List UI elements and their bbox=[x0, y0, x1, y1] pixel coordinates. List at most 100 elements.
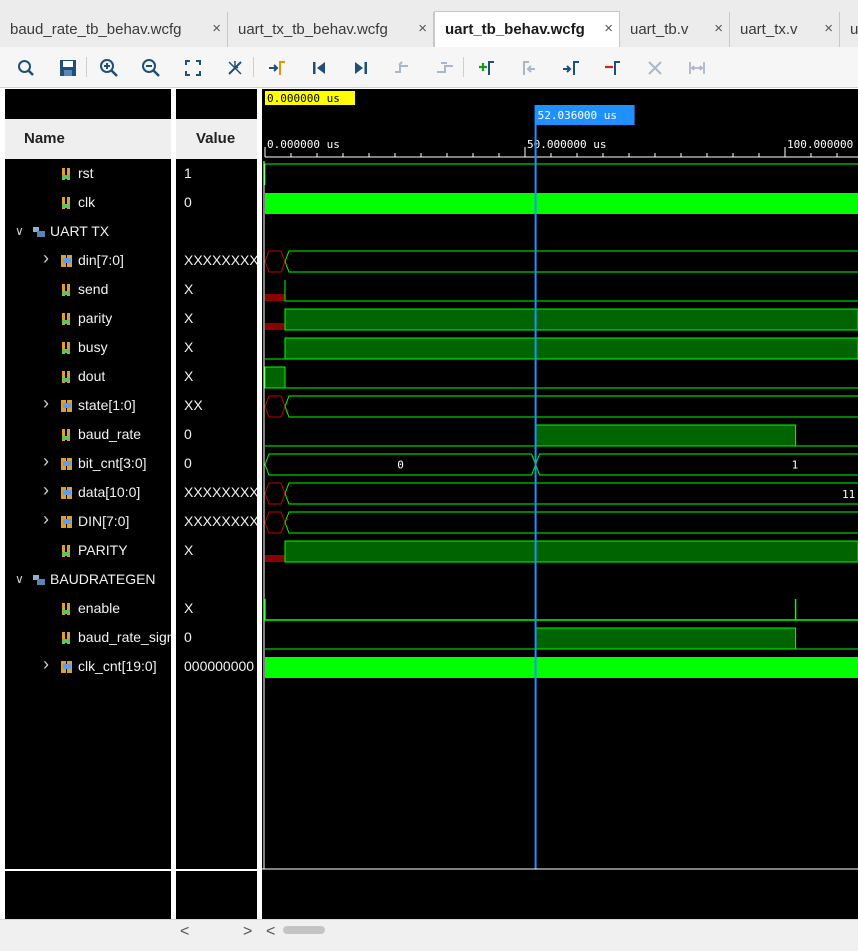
signal-row[interactable]: ∨ UART TX bbox=[5, 217, 257, 246]
chevron-right-icon[interactable]: › bbox=[43, 654, 49, 675]
delete-all-markers-icon[interactable] bbox=[642, 55, 668, 81]
delete-marker-icon[interactable] bbox=[600, 55, 626, 81]
signal-bus-icon bbox=[61, 486, 73, 499]
signal-value: 0 bbox=[184, 194, 192, 210]
chevron-right-icon[interactable]: › bbox=[43, 509, 49, 530]
go-to-time-zero-icon[interactable] bbox=[306, 55, 332, 81]
signal-name: parity bbox=[78, 310, 113, 326]
signal-row[interactable]: baud_rate_signal 0 bbox=[5, 623, 257, 652]
previous-transition-icon[interactable] bbox=[390, 55, 416, 81]
signal-row[interactable]: ∨ BAUDRATEGEN bbox=[5, 565, 257, 594]
signal-row[interactable]: rst 1 bbox=[5, 159, 257, 188]
chevron-right-icon[interactable]: › bbox=[43, 393, 49, 414]
wave-baud-rate-pulse bbox=[535, 424, 797, 447]
go-to-last-time-icon[interactable] bbox=[348, 55, 374, 81]
signal-row[interactable]: send X bbox=[5, 275, 257, 304]
close-icon[interactable]: × bbox=[212, 20, 221, 37]
name-column-header[interactable]: Name bbox=[5, 119, 171, 159]
signal-row[interactable]: › data[10:0] XXXXXXXX bbox=[5, 478, 257, 507]
next-marker-icon[interactable] bbox=[558, 55, 584, 81]
zoom-out-icon[interactable] bbox=[138, 55, 164, 81]
save-icon[interactable] bbox=[55, 55, 81, 81]
tab-uart-tb-behav[interactable]: uart_tb_behav.wcfg × bbox=[434, 11, 620, 48]
signal-row[interactable]: › bit_cnt[3:0] 0 bbox=[5, 449, 257, 478]
signal-bit-icon bbox=[61, 544, 73, 557]
zoom-in-icon[interactable] bbox=[96, 55, 122, 81]
close-icon[interactable]: × bbox=[714, 20, 723, 37]
waveform-canvas[interactable]: 0.000000 us 0.000000 us 50.000000 us 100.00… bbox=[262, 89, 858, 919]
previous-marker-icon[interactable] bbox=[516, 55, 542, 81]
scope-group-icon bbox=[33, 225, 45, 237]
signal-bus-icon bbox=[61, 399, 73, 412]
tab-uart-tx-tb-behav[interactable]: uart_tx_tb_behav.wcfg × bbox=[228, 12, 434, 47]
signal-row[interactable]: › din[7:0] XXXXXXXX bbox=[5, 246, 257, 275]
chevron-down-icon[interactable]: ∨ bbox=[15, 224, 24, 238]
signal-value: X bbox=[184, 600, 194, 616]
tab-label: baud_rate_tb_behav.wcfg bbox=[10, 21, 182, 38]
horizontal-scrollbar[interactable]: < > < bbox=[0, 919, 858, 951]
tab-baud-rate-tb-behav[interactable]: baud_rate_tb_behav.wcfg × bbox=[0, 12, 228, 47]
signal-row[interactable]: clk 0 bbox=[5, 188, 257, 217]
go-to-cursor-icon[interactable] bbox=[264, 55, 290, 81]
signal-row[interactable]: PARITY X bbox=[5, 536, 257, 565]
close-icon[interactable]: × bbox=[418, 20, 427, 37]
wave-din-unknown bbox=[264, 250, 286, 273]
tab-uart-tb-v[interactable]: uart_tb.v × bbox=[620, 12, 730, 47]
search-icon[interactable] bbox=[13, 55, 39, 81]
signal-name: rst bbox=[78, 165, 94, 181]
ruler-label: 100.000000 us bbox=[787, 138, 858, 151]
signal-value: XX bbox=[184, 397, 203, 413]
wave-enable bbox=[264, 599, 858, 621]
signal-bit-icon bbox=[61, 341, 73, 354]
scope-header-blank bbox=[5, 89, 257, 119]
chevron-right-icon[interactable]: › bbox=[43, 451, 49, 472]
signal-value: X bbox=[184, 310, 194, 326]
wave-busy bbox=[284, 337, 858, 360]
close-icon[interactable]: × bbox=[824, 20, 833, 37]
signal-row[interactable]: dout X bbox=[5, 362, 257, 391]
toolbar-separator bbox=[463, 57, 464, 77]
signal-bit-icon bbox=[61, 167, 73, 180]
swap-cursors-icon[interactable] bbox=[684, 55, 710, 81]
chevron-down-icon[interactable]: ∨ bbox=[15, 572, 24, 586]
value-column-header[interactable]: Value bbox=[176, 119, 257, 159]
close-icon[interactable]: × bbox=[604, 20, 613, 37]
signal-row[interactable]: › DIN[7:0] XXXXXXXX bbox=[5, 507, 257, 536]
wave-DIN-unknown bbox=[264, 511, 286, 534]
signal-name: din[7:0] bbox=[78, 252, 124, 268]
signal-row[interactable]: busy X bbox=[5, 333, 257, 362]
scroll-left-arrow[interactable]: < bbox=[180, 923, 189, 941]
signal-bit-icon bbox=[61, 631, 73, 644]
signal-bit-icon bbox=[61, 602, 73, 615]
panel-bottom-divider bbox=[5, 869, 257, 871]
signal-row[interactable]: baud_rate 0 bbox=[5, 420, 257, 449]
signal-value: 0 bbox=[184, 629, 192, 645]
signal-name: clk_cnt[19:0] bbox=[78, 658, 157, 674]
wave-bit-cnt-segment bbox=[535, 453, 858, 476]
scope-group-icon bbox=[33, 573, 45, 585]
signal-row[interactable]: › state[1:0] XX bbox=[5, 391, 257, 420]
snap-to-transition-icon[interactable] bbox=[222, 55, 248, 81]
add-marker-icon[interactable] bbox=[474, 55, 500, 81]
signal-row[interactable]: enable X bbox=[5, 594, 257, 623]
signal-value: 000000000 bbox=[184, 658, 255, 674]
signal-row[interactable]: parity X bbox=[5, 304, 257, 333]
tab-uart-tx-v[interactable]: uart_tx.v × bbox=[730, 12, 840, 47]
scroll-right-arrow[interactable]: > bbox=[243, 923, 252, 941]
tab-label: uart_tx.v bbox=[740, 21, 798, 38]
scroll-left-arrow[interactable]: < bbox=[266, 923, 275, 941]
tab-label: uart_tb.v bbox=[630, 21, 689, 38]
scroll-thumb[interactable] bbox=[283, 926, 325, 934]
signal-list-panel: Name Value rst 1 clk 0 ∨ UART TX › din[7:0] XXXX… bbox=[5, 89, 257, 919]
signal-bus-icon bbox=[61, 254, 73, 267]
next-transition-icon[interactable] bbox=[432, 55, 458, 81]
signal-bit-icon bbox=[61, 283, 73, 296]
signal-bus-icon bbox=[61, 457, 73, 470]
signal-row[interactable]: › clk_cnt[19:0] 000000000 bbox=[5, 652, 257, 681]
chevron-right-icon[interactable]: › bbox=[43, 480, 49, 501]
editor-tab-bar: baud_rate_tb_behav.wcfg × uart_tx_tb_beh… bbox=[0, 0, 858, 48]
tab-ua[interactable]: ua bbox=[840, 12, 858, 47]
zoom-fit-icon[interactable] bbox=[180, 55, 206, 81]
chevron-right-icon[interactable]: › bbox=[43, 248, 49, 269]
ruler-label: 0.000000 us bbox=[267, 138, 340, 151]
